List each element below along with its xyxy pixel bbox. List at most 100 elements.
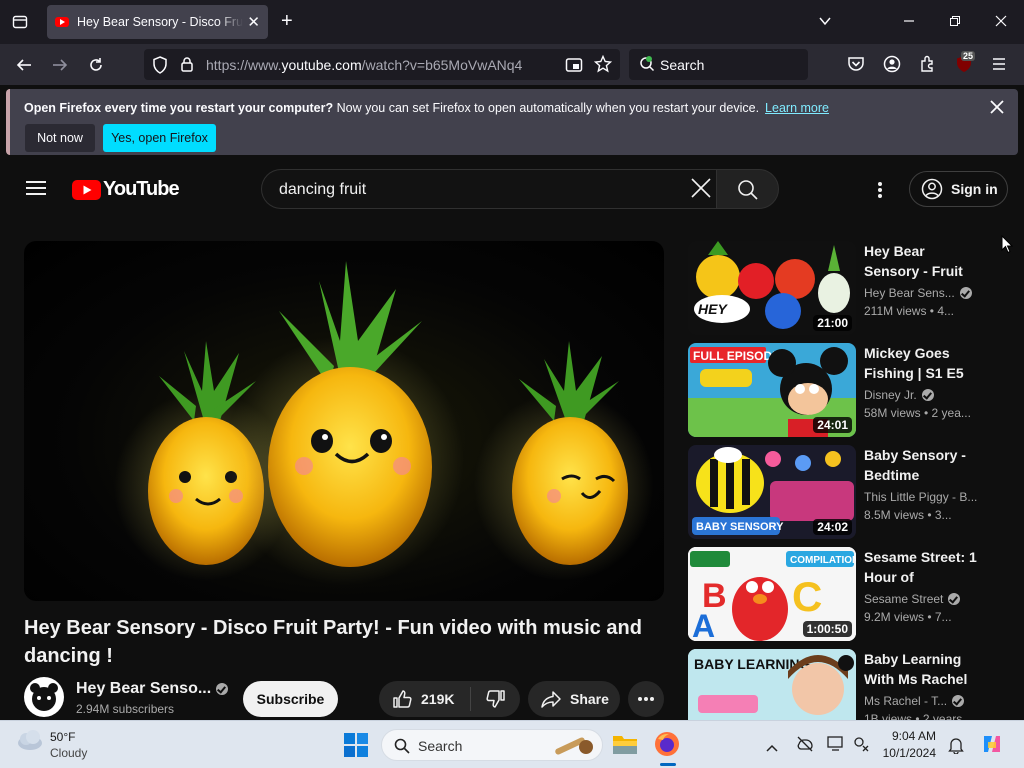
channel-name-text: Hey Bear Senso...	[76, 680, 212, 697]
picture-in-picture-icon[interactable]	[565, 56, 583, 79]
close-window-icon[interactable]	[994, 14, 1008, 32]
channel-name[interactable]: This Little Piggy - B...	[864, 490, 977, 504]
lock-icon[interactable]	[180, 56, 194, 78]
cloud-icon	[18, 730, 42, 750]
video-duration: 21:00	[813, 315, 852, 331]
network-offline-icon[interactable]	[796, 736, 814, 757]
recommendation-item[interactable]: HEY 21:00 Hey Bear Sensory - Fruit Salad…	[688, 241, 1008, 337]
more-actions-button[interactable]	[628, 681, 664, 717]
video-meta: 58M views • 2 yea...	[864, 406, 971, 420]
copilot-icon[interactable]	[980, 732, 1004, 761]
channel-name[interactable]: Disney Jr.	[864, 388, 934, 402]
file-explorer-icon[interactable]	[612, 732, 638, 761]
youtube-logo[interactable]: YouTube	[72, 178, 180, 201]
search-icon	[738, 180, 758, 200]
recommendation-item[interactable]: FULL EPISODE 24:01 Mickey Goes Fishing |…	[688, 343, 1008, 439]
browser-search-input[interactable]: Search	[629, 49, 808, 80]
tab-title: Hey Bear Sensory - Disco Fruit Party! - …	[77, 15, 243, 29]
video-thumbnail[interactable]: FULL EPISODE 24:01	[688, 343, 856, 437]
active-app-indicator	[660, 763, 676, 766]
video-player[interactable]	[24, 241, 664, 601]
close-notification-icon[interactable]	[990, 97, 1004, 120]
recommendation-item[interactable]: BABY LEARNING Baby Learning With Ms Rach…	[688, 649, 1008, 720]
weather-widget[interactable]	[16, 729, 44, 756]
video-title[interactable]: Sesame Street: 1 Hour of Alphabe...	[864, 547, 982, 587]
clear-search-icon[interactable]	[690, 175, 712, 203]
chevron-down-icon[interactable]	[818, 14, 832, 32]
video-title: Hey Bear Sensory - Disco Fruit Party! - …	[24, 617, 642, 667]
taskbar-search-input[interactable]: Search	[381, 729, 603, 761]
share-button[interactable]: Share	[528, 681, 620, 717]
thumbs-down-icon	[485, 690, 505, 708]
youtube-search-button[interactable]	[716, 169, 779, 209]
subscribe-button[interactable]: Subscribe	[243, 681, 338, 717]
youtube-header: YouTube dancing fruit Sign in	[0, 160, 1024, 220]
guide-menu-icon[interactable]	[26, 180, 46, 201]
extensions-icon[interactable]	[919, 55, 937, 78]
channel-name-text: Sesame Street	[864, 592, 944, 606]
restore-icon[interactable]	[948, 14, 962, 32]
start-button[interactable]	[344, 733, 368, 762]
video-thumbnail[interactable]: COMPILATION B A C 1:00:50	[688, 547, 856, 641]
clock-date[interactable]: 10/1/2024	[874, 746, 936, 760]
windows-logo-icon	[344, 733, 368, 757]
channel-name[interactable]: Ms Rachel - T...	[864, 694, 965, 708]
forward-icon[interactable]	[51, 56, 69, 79]
pineapple-video-frame	[114, 261, 654, 586]
dislike-button[interactable]	[471, 681, 520, 717]
recommendation-item[interactable]: COMPILATION B A C 1:00:50 Sesame Street:…	[688, 547, 1008, 643]
video-title[interactable]: Mickey Goes Fishing | S1 E5 |...	[864, 343, 982, 383]
video-title[interactable]: Baby Sensory - Bedtime Lullaby...	[864, 445, 982, 485]
video-thumbnail[interactable]: BABY SENSORY 24:02	[688, 445, 856, 539]
video-thumbnail[interactable]: BABY LEARNING	[688, 649, 856, 720]
channel-name[interactable]: Hey Bear Sens...	[864, 286, 972, 300]
active-tab[interactable]: Hey Bear Sensory - Disco Fruit Party! - …	[47, 5, 268, 39]
reload-icon[interactable]	[87, 56, 105, 79]
notification-text: Now you can set Firefox to open automati…	[336, 101, 760, 115]
youtube-favicon-icon	[55, 17, 69, 27]
notification-bell-icon[interactable]	[948, 736, 964, 759]
subscriber-count: 2.94M subscribers	[76, 702, 175, 716]
ublock-extension-icon[interactable]: 25	[955, 51, 976, 79]
more-options-icon[interactable]	[877, 181, 883, 204]
channel-name-text: Disney Jr.	[864, 388, 917, 402]
like-count: 219K	[421, 691, 455, 707]
pocket-icon[interactable]	[847, 55, 865, 78]
list-all-tabs-icon[interactable]	[12, 14, 28, 34]
firefox-taskbar-icon[interactable]	[654, 731, 680, 762]
shield-icon[interactable]	[152, 56, 168, 79]
bookmark-star-icon[interactable]	[593, 54, 613, 78]
minimize-icon[interactable]	[902, 14, 916, 32]
account-circle-icon	[921, 178, 943, 200]
network-status-icon[interactable]	[853, 736, 871, 757]
video-thumbnail[interactable]: HEY 21:00	[688, 241, 856, 335]
new-tab-icon[interactable]: +	[281, 11, 293, 31]
verified-icon	[216, 683, 229, 695]
navigation-bar: https://www.youtube.com/watch?v=b65MoVwA…	[0, 44, 1024, 85]
show-hidden-icons-chevron-icon[interactable]	[766, 739, 778, 757]
channel-name[interactable]: Sesame Street	[864, 592, 961, 606]
youtube-search-input[interactable]: dancing fruit	[261, 169, 717, 209]
close-tab-icon[interactable]: ✕	[247, 13, 260, 31]
clock-time[interactable]: 9:04 AM	[884, 729, 936, 743]
search-icon	[394, 738, 410, 754]
sign-in-button[interactable]: Sign in	[909, 171, 1008, 207]
not-now-button[interactable]: Not now	[25, 124, 95, 152]
address-bar[interactable]: https://www.youtube.com/watch?v=b65MoVwA…	[144, 49, 620, 80]
learn-more-link[interactable]: Learn more	[765, 101, 829, 115]
channel-name[interactable]: Hey Bear Senso...	[76, 680, 229, 698]
video-meta: 8.5M views • 3...	[864, 508, 952, 522]
sign-in-label: Sign in	[951, 181, 998, 197]
back-icon[interactable]	[15, 56, 33, 79]
url-text[interactable]: https://www.youtube.com/watch?v=b65MoVwA…	[206, 57, 522, 73]
video-title[interactable]: Hey Bear Sensory - Fruit Salad...	[864, 241, 982, 281]
url-prefix: https://www.	[206, 57, 282, 73]
channel-avatar[interactable]	[24, 677, 64, 717]
menu-icon[interactable]	[991, 56, 1007, 77]
yes-open-firefox-button[interactable]: Yes, open Firefox	[103, 124, 216, 152]
like-button[interactable]: 219K	[379, 681, 470, 717]
recommendation-item[interactable]: BABY SENSORY 24:02 Baby Sensory - Bedtim…	[688, 445, 1008, 541]
video-title[interactable]: Baby Learning With Ms Rachel ...	[864, 649, 982, 689]
display-icon[interactable]	[827, 736, 845, 757]
account-icon[interactable]	[883, 55, 901, 78]
